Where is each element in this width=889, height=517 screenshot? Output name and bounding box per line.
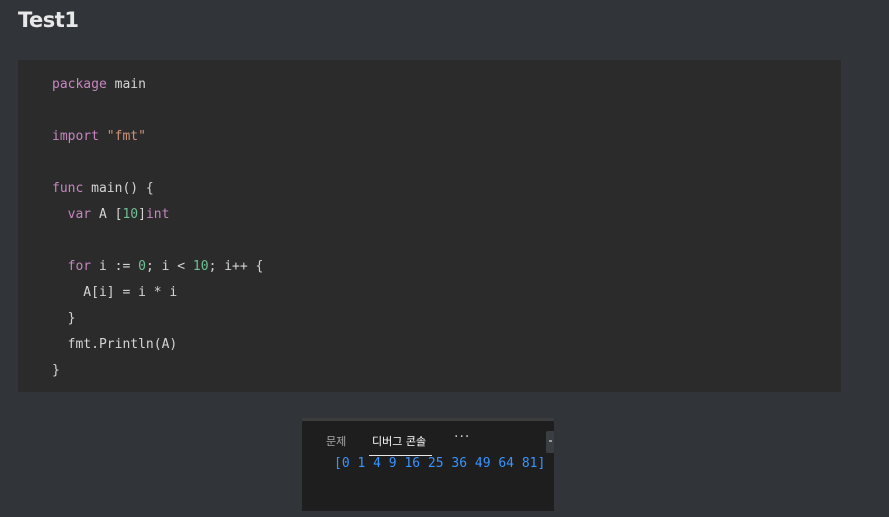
code-token: var [67, 207, 92, 222]
tab-debug-console[interactable]: 디버그 콘솔 [372, 433, 426, 449]
code-token: i := [91, 259, 139, 274]
code-line: var A [10]int [52, 202, 263, 228]
tab-problems[interactable]: 문제 [326, 433, 346, 449]
code-token: func [52, 181, 84, 196]
code-line: fmt.Println(A) [52, 332, 263, 358]
code-token: main [106, 77, 146, 92]
code-line: A[i] = i * i [52, 280, 263, 306]
code-token: A [ [91, 207, 123, 222]
code-token: } [52, 363, 60, 378]
code-token: int [145, 207, 170, 222]
code-line: } [52, 306, 263, 332]
console-output: [0 1 4 9 16 25 36 49 64 81] [334, 456, 546, 471]
page-title: Test1 [18, 8, 79, 32]
code-token: ] [138, 207, 146, 222]
code-token: } [52, 311, 76, 326]
code-token: ; i++ { [208, 259, 264, 274]
debug-panel: 문제 디버그 콘솔 ··· [0 1 4 9 16 25 36 49 64 81… [302, 418, 554, 511]
code-line: func main() { [52, 176, 263, 202]
code-block: package main import "fmt" func main() { … [18, 60, 841, 392]
code-token: ; i < [145, 259, 193, 274]
code-token: main() { [83, 181, 154, 196]
more-tabs-icon[interactable]: ··· [454, 429, 470, 445]
code-token: fmt.Println(A) [52, 337, 178, 352]
code-line: package main [52, 72, 263, 98]
panel-tabs: 문제 디버그 콘솔 ··· [302, 421, 554, 457]
code-line: for i := 0; i < 10; i++ { [52, 254, 264, 280]
code-token: A[i] = i * i [52, 285, 178, 300]
code-lines: package main import "fmt" func main() { … [52, 72, 263, 384]
code-token: "fmt" [106, 129, 146, 144]
code-token: 0 [138, 259, 146, 274]
code-token: for [67, 259, 92, 274]
code-token: 10 [122, 207, 139, 222]
panel-side-handle[interactable] [546, 431, 554, 453]
code-line: } [52, 358, 263, 384]
code-line: import "fmt" [52, 124, 263, 150]
code-token: 10 [192, 259, 209, 274]
code-token: package [52, 77, 107, 92]
code-token: import [52, 129, 99, 144]
